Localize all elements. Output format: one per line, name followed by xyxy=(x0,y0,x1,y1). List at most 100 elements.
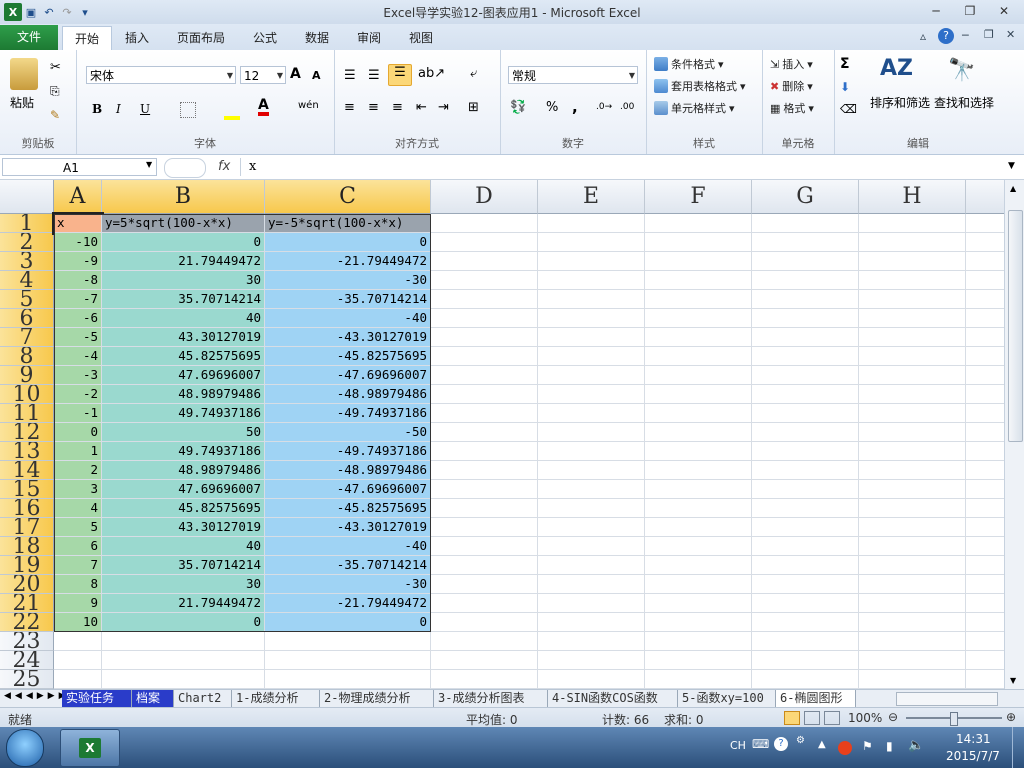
table-cell[interactable] xyxy=(538,290,645,309)
table-cell[interactable] xyxy=(966,556,1004,575)
table-cell[interactable] xyxy=(538,442,645,461)
row-header[interactable]: 23 xyxy=(0,632,54,651)
table-cell[interactable] xyxy=(859,632,966,651)
table-cell[interactable] xyxy=(645,670,752,689)
fill-color-icon[interactable] xyxy=(224,102,240,120)
table-cell[interactable]: -45.82575695 xyxy=(265,347,431,366)
table-cell[interactable]: 9 xyxy=(54,594,102,613)
paste-button[interactable]: 粘贴 xyxy=(10,94,34,111)
table-cell[interactable]: 43.30127019 xyxy=(102,518,265,537)
table-cell[interactable] xyxy=(859,233,966,252)
workbook-close-icon[interactable]: ✕ xyxy=(1006,28,1015,41)
table-cell[interactable] xyxy=(431,271,538,290)
copy-icon[interactable]: ⎘ xyxy=(50,84,60,99)
table-cell[interactable] xyxy=(645,594,752,613)
select-all-button[interactable] xyxy=(0,180,54,214)
workbook-restore-icon[interactable]: ❐ xyxy=(984,28,994,41)
name-box-dropdown-icon[interactable]: ▼ xyxy=(146,160,152,169)
table-cell[interactable] xyxy=(966,480,1004,499)
workbook-minimize-icon[interactable]: ─ xyxy=(962,29,969,42)
table-cell[interactable] xyxy=(966,594,1004,613)
table-cell[interactable]: -47.69696007 xyxy=(265,480,431,499)
format-cells-button[interactable]: ▦ 格式 ▾ xyxy=(770,100,814,116)
header-cell-x[interactable]: x xyxy=(52,212,104,235)
table-cell[interactable] xyxy=(431,556,538,575)
table-cell[interactable] xyxy=(752,442,859,461)
table-cell[interactable] xyxy=(859,651,966,670)
table-cell[interactable] xyxy=(538,594,645,613)
table-cell[interactable]: -4 xyxy=(54,347,102,366)
table-cell[interactable] xyxy=(752,347,859,366)
table-cell[interactable]: -3 xyxy=(54,366,102,385)
table-cell[interactable]: 45.82575695 xyxy=(102,347,265,366)
table-cell[interactable] xyxy=(859,499,966,518)
table-cell[interactable] xyxy=(431,518,538,537)
table-cell[interactable] xyxy=(752,518,859,537)
table-cell[interactable] xyxy=(538,423,645,442)
table-cell[interactable] xyxy=(431,670,538,689)
table-cell[interactable] xyxy=(966,271,1004,290)
table-cell[interactable] xyxy=(752,594,859,613)
vertical-scroll-thumb[interactable] xyxy=(1008,210,1023,442)
row-header[interactable]: 22 xyxy=(0,613,54,632)
restore-button[interactable]: ❐ xyxy=(958,2,982,20)
name-box[interactable]: A1 xyxy=(2,158,157,176)
align-right-icon[interactable]: ≡ xyxy=(392,100,403,115)
table-cell[interactable]: 48.98979486 xyxy=(102,385,265,404)
table-cell[interactable] xyxy=(538,575,645,594)
table-cell[interactable] xyxy=(538,214,645,233)
insert-function-button[interactable]: fx xyxy=(218,159,230,174)
table-cell[interactable] xyxy=(431,233,538,252)
table-cell[interactable]: -43.30127019 xyxy=(265,518,431,537)
table-cell[interactable] xyxy=(102,670,265,689)
row-header[interactable]: 3 xyxy=(0,252,54,271)
table-cell[interactable] xyxy=(966,461,1004,480)
table-cell[interactable] xyxy=(752,366,859,385)
table-cell[interactable] xyxy=(859,385,966,404)
table-cell[interactable]: -47.69696007 xyxy=(265,366,431,385)
table-cell[interactable] xyxy=(859,423,966,442)
table-cell[interactable]: -49.74937186 xyxy=(265,404,431,423)
table-cell[interactable] xyxy=(859,271,966,290)
table-cell[interactable] xyxy=(102,632,265,651)
table-cell[interactable] xyxy=(645,461,752,480)
table-cell[interactable] xyxy=(431,290,538,309)
table-cell[interactable] xyxy=(265,670,431,689)
table-cell[interactable] xyxy=(645,214,752,233)
cell-styles-button[interactable]: 单元格样式 ▾ xyxy=(654,100,735,116)
sheet-nav-icon[interactable]: ◀◀◀▶▶▶ xyxy=(4,691,70,701)
table-cell[interactable] xyxy=(752,404,859,423)
tab-view[interactable]: 视图 xyxy=(398,26,444,50)
table-cell[interactable] xyxy=(645,575,752,594)
horizontal-scrollbar[interactable] xyxy=(896,692,998,706)
orientation-icon[interactable]: ab↗ xyxy=(418,66,445,81)
table-cell[interactable] xyxy=(859,613,966,632)
table-cell[interactable]: -40 xyxy=(265,537,431,556)
table-cell[interactable]: 40 xyxy=(102,309,265,328)
conditional-formatting-button[interactable]: 条件格式 ▾ xyxy=(654,56,724,72)
table-cell[interactable] xyxy=(859,670,966,689)
table-cell[interactable]: 50 xyxy=(102,423,265,442)
row-header[interactable]: 7 xyxy=(0,328,54,347)
table-cell[interactable] xyxy=(645,233,752,252)
align-left-icon[interactable]: ≡ xyxy=(344,100,355,115)
table-cell[interactable] xyxy=(538,613,645,632)
table-cell[interactable]: -30 xyxy=(265,271,431,290)
table-cell[interactable] xyxy=(966,518,1004,537)
table-cell[interactable] xyxy=(538,537,645,556)
table-cell[interactable]: 45.82575695 xyxy=(102,499,265,518)
table-cell[interactable] xyxy=(265,632,431,651)
table-cell[interactable] xyxy=(431,423,538,442)
table-cell[interactable] xyxy=(431,214,538,233)
formula-expand-icon[interactable]: ▼ xyxy=(1008,161,1015,171)
column-header-e[interactable]: E xyxy=(538,180,645,214)
clock-date[interactable]: 2015/7/7 xyxy=(946,749,1000,763)
table-cell[interactable] xyxy=(538,366,645,385)
table-cell[interactable] xyxy=(966,252,1004,271)
table-cell[interactable] xyxy=(752,575,859,594)
table-cell[interactable] xyxy=(859,537,966,556)
table-cell[interactable] xyxy=(752,290,859,309)
tab-page-layout[interactable]: 页面布局 xyxy=(168,26,234,50)
table-cell[interactable] xyxy=(859,480,966,499)
sheet-tab[interactable]: 2-物理成绩分析 xyxy=(320,690,434,707)
